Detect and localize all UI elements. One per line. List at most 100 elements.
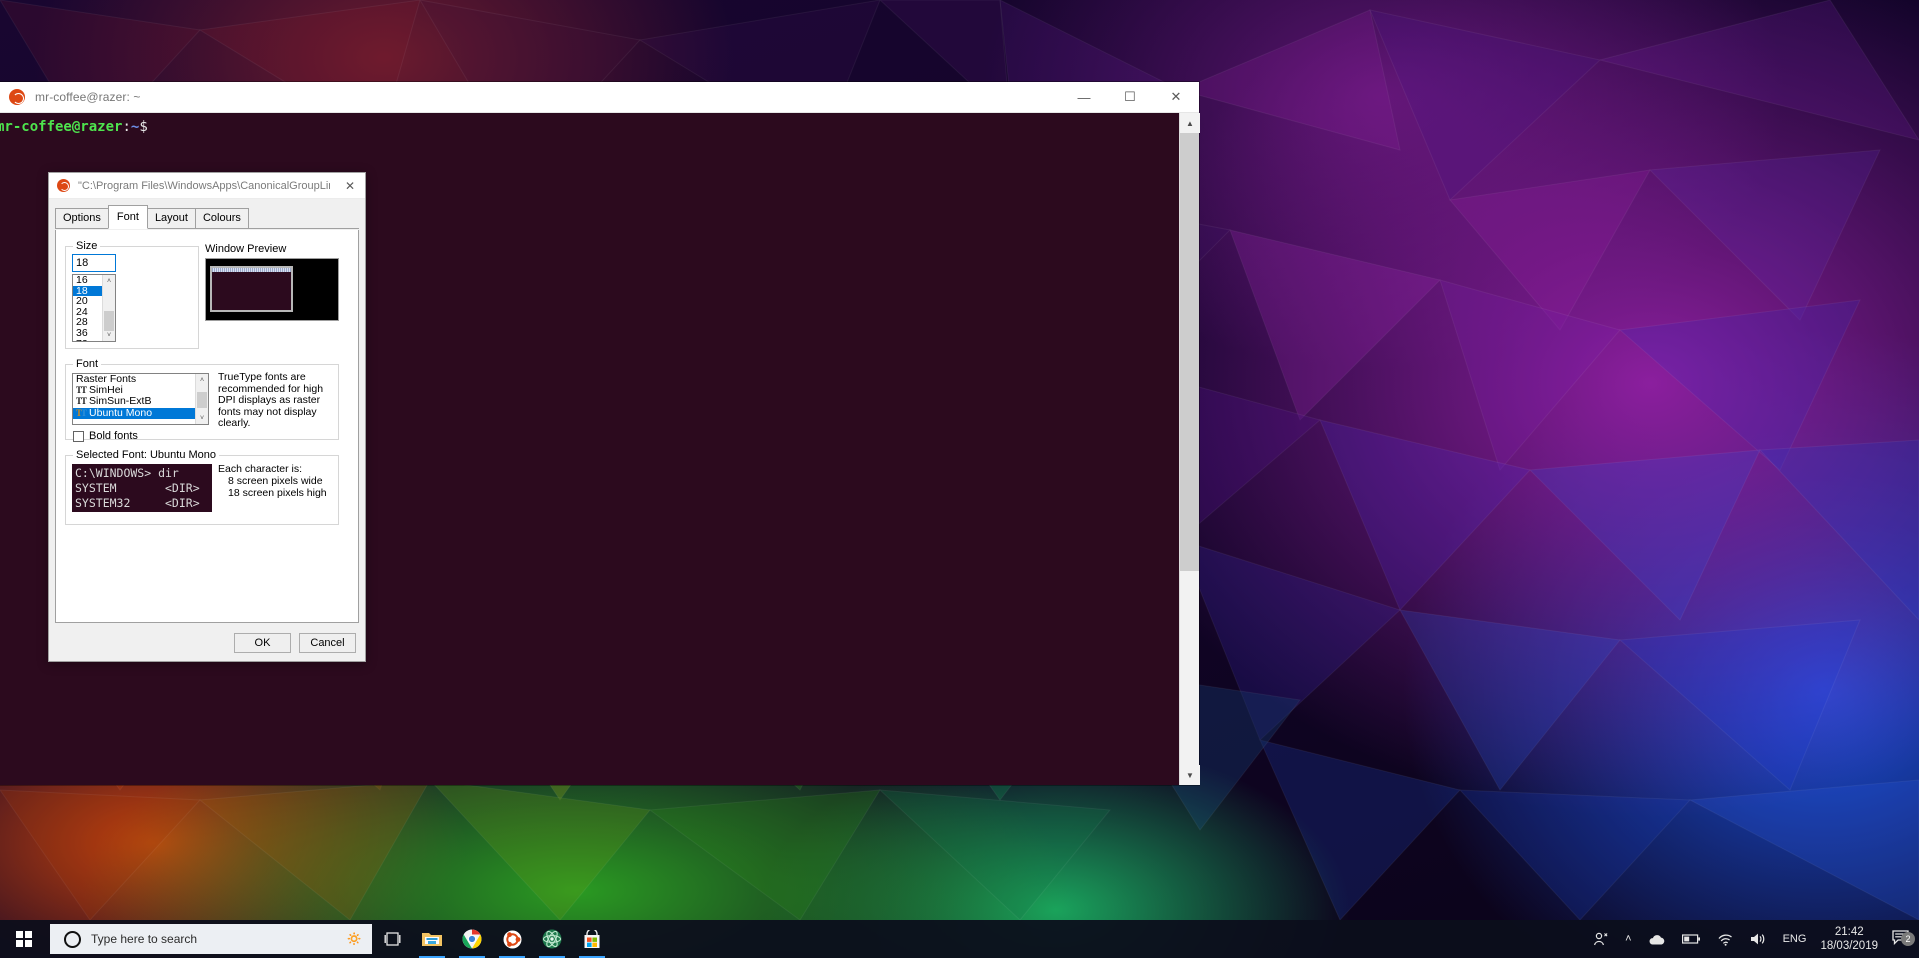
minimize-button[interactable]: — — [1061, 82, 1107, 113]
clock[interactable]: 21:42 18/03/2019 — [1814, 925, 1888, 954]
dialog-close-button[interactable]: ✕ — [335, 173, 365, 199]
font-option-list[interactable]: Raster Fonts TT SimHei TT SimSun-ExtB TT — [73, 374, 195, 424]
console-properties-dialog[interactable]: "C:\Program Files\WindowsApps\CanonicalG… — [48, 172, 366, 662]
taskbar[interactable]: Type here to search 🔅 ˄ ENG 21:42 18/03/… — [0, 920, 1919, 958]
ubuntu-icon — [503, 930, 521, 948]
system-tray[interactable]: ˄ ENG 21:42 18/03/2019 2 — [1585, 920, 1919, 958]
ubuntu-terminal-button[interactable] — [492, 920, 532, 958]
prompt-tail: $ — [139, 119, 148, 135]
sample-line: SYSTEM32 <DIR> — [75, 496, 200, 510]
size-input[interactable] — [72, 254, 116, 272]
font-option-label: SimSun-ExtB — [89, 395, 152, 408]
scroll-up-arrow-icon[interactable]: ▲ — [1180, 113, 1200, 133]
dialog-tabstrip[interactable]: Options Font Layout Colours — [49, 205, 365, 229]
close-button[interactable]: ✕ — [1153, 82, 1199, 113]
tab-options[interactable]: Options — [55, 208, 109, 229]
terminal-window-controls: — ☐ ✕ — [1061, 82, 1199, 113]
react-app-button[interactable] — [532, 920, 572, 958]
terminal-titlebar[interactable]: mr-coffee@razer: ~ — ☐ ✕ — [0, 82, 1199, 113]
action-center-button[interactable]: 2 — [1888, 930, 1919, 948]
language-indicator[interactable]: ENG — [1775, 920, 1815, 958]
tab-layout[interactable]: Layout — [146, 208, 196, 229]
microphone-icon[interactable]: 🔅 — [346, 931, 362, 947]
prompt-user: mr-coffee@razer — [0, 119, 123, 135]
size-list-scrollbar[interactable]: ˄ ˅ — [102, 275, 115, 341]
google-chrome-button[interactable] — [452, 920, 492, 958]
maximize-button[interactable]: ☐ — [1107, 82, 1153, 113]
tab-font[interactable]: Font — [107, 205, 148, 229]
size-group: Size 16 18 20 24 28 36 72 ˄ — [65, 240, 199, 349]
selected-font-label: Selected Font: Ubuntu Mono — [73, 449, 220, 461]
truetype-icon: TT — [76, 396, 87, 407]
character-metrics-note: Each character is: 8 screen pixels wide … — [218, 463, 336, 499]
window-preview-label: Window Preview — [205, 243, 287, 255]
search-input[interactable]: Type here to search 🔅 — [50, 924, 372, 954]
char-note-height: 18 screen pixels high — [228, 487, 327, 499]
size-option-16[interactable]: 16 — [73, 275, 102, 286]
font-list-scrollbar[interactable]: ˄ ˅ — [195, 374, 208, 424]
start-button[interactable] — [0, 920, 48, 958]
onedrive-icon[interactable] — [1640, 920, 1674, 958]
scroll-down-arrow-icon[interactable]: ▼ — [1180, 765, 1200, 785]
font-option-simsun-extb[interactable]: TT SimSun-ExtB — [73, 396, 195, 407]
wifi-icon — [1718, 934, 1732, 946]
font-option-label: Ubuntu Mono — [89, 406, 153, 419]
scroll-up-arrow-icon[interactable]: ˄ — [103, 275, 115, 287]
scrollbar-thumb[interactable] — [1180, 133, 1199, 571]
terminal-title: mr-coffee@razer: ~ — [35, 90, 141, 104]
folder-icon — [422, 933, 442, 946]
speaker-icon — [1750, 933, 1764, 945]
size-listbox[interactable]: 16 18 20 24 28 36 72 ˄ ˅ — [72, 274, 116, 342]
opentype-icon: TT — [76, 407, 87, 418]
people-glyph-icon — [1594, 932, 1608, 946]
ok-button[interactable]: OK — [234, 633, 291, 653]
microsoft-store-button[interactable] — [572, 920, 612, 958]
volume-icon[interactable] — [1742, 920, 1775, 958]
size-option-36[interactable]: 36 — [73, 328, 102, 339]
terminal-prompt-line: mr-coffee@razer:~$ — [0, 113, 1199, 135]
clock-date: 18/03/2019 — [1820, 940, 1878, 952]
window-preview-box — [205, 258, 339, 321]
chrome-icon — [462, 929, 482, 949]
battery-icon[interactable] — [1674, 920, 1709, 958]
sample-line: C:\WINDOWS> dir — [75, 466, 179, 480]
prompt-separator: : — [122, 119, 131, 135]
ubuntu-icon — [9, 89, 25, 105]
file-explorer-button[interactable] — [412, 920, 452, 958]
char-note-title: Each character is: — [218, 463, 303, 475]
scrollbar-thumb[interactable] — [197, 392, 207, 408]
size-option-list[interactable]: 16 18 20 24 28 36 72 — [73, 275, 102, 341]
font-listbox[interactable]: Raster Fonts TT SimHei TT SimSun-ExtB TT — [72, 373, 209, 425]
network-icon[interactable] — [1709, 920, 1742, 958]
font-option-ubuntu-mono[interactable]: TT Ubuntu Mono — [73, 406, 195, 419]
scroll-up-arrow-icon[interactable]: ˄ — [196, 374, 208, 386]
sample-line: SYSTEM <DIR> — [75, 481, 200, 495]
dialog-title: "C:\Program Files\WindowsApps\CanonicalG… — [78, 179, 330, 192]
checkbox-box-icon[interactable] — [73, 430, 84, 442]
char-note-width: 8 screen pixels wide — [228, 475, 323, 487]
scroll-down-arrow-icon[interactable]: ˅ — [103, 329, 115, 341]
window-preview-inner — [210, 266, 293, 312]
cloud-icon — [1649, 934, 1664, 944]
bold-fonts-label: Bold fonts — [89, 430, 138, 442]
tab-colours[interactable]: Colours — [194, 208, 249, 229]
show-hidden-icons-button[interactable]: ˄ — [1617, 920, 1639, 958]
battery-glyph-icon — [1681, 934, 1700, 944]
font-group: Font Raster Fonts TT SimHei TT SimSun-Ex… — [65, 358, 339, 442]
cortana-circle-icon — [64, 930, 81, 948]
font-sample-preview: C:\WINDOWS> dir SYSTEM <DIR> SYSTEM32 <D… — [72, 464, 212, 512]
scrollbar-thumb[interactable] — [104, 311, 114, 331]
size-option-72[interactable]: 72 — [73, 338, 102, 341]
cancel-button[interactable]: Cancel — [299, 633, 356, 653]
selected-font-group: Selected Font: Ubuntu Mono C:\WINDOWS> d… — [65, 449, 339, 525]
bold-fonts-checkbox[interactable]: Bold fonts — [73, 430, 138, 442]
terminal-scrollbar[interactable]: ▲ ▼ — [1179, 113, 1200, 785]
scroll-down-arrow-icon[interactable]: ˅ — [196, 412, 208, 424]
ubuntu-icon — [57, 179, 70, 192]
task-view-icon — [384, 931, 400, 946]
desktop[interactable]: mr-coffee@razer: ~ — ☐ ✕ mr-coffee@razer… — [0, 0, 1919, 958]
task-view-button[interactable] — [372, 920, 412, 958]
dialog-titlebar[interactable]: "C:\Program Files\WindowsApps\CanonicalG… — [49, 173, 365, 199]
people-icon[interactable] — [1585, 920, 1617, 958]
clock-time: 21:42 — [1834, 925, 1864, 938]
